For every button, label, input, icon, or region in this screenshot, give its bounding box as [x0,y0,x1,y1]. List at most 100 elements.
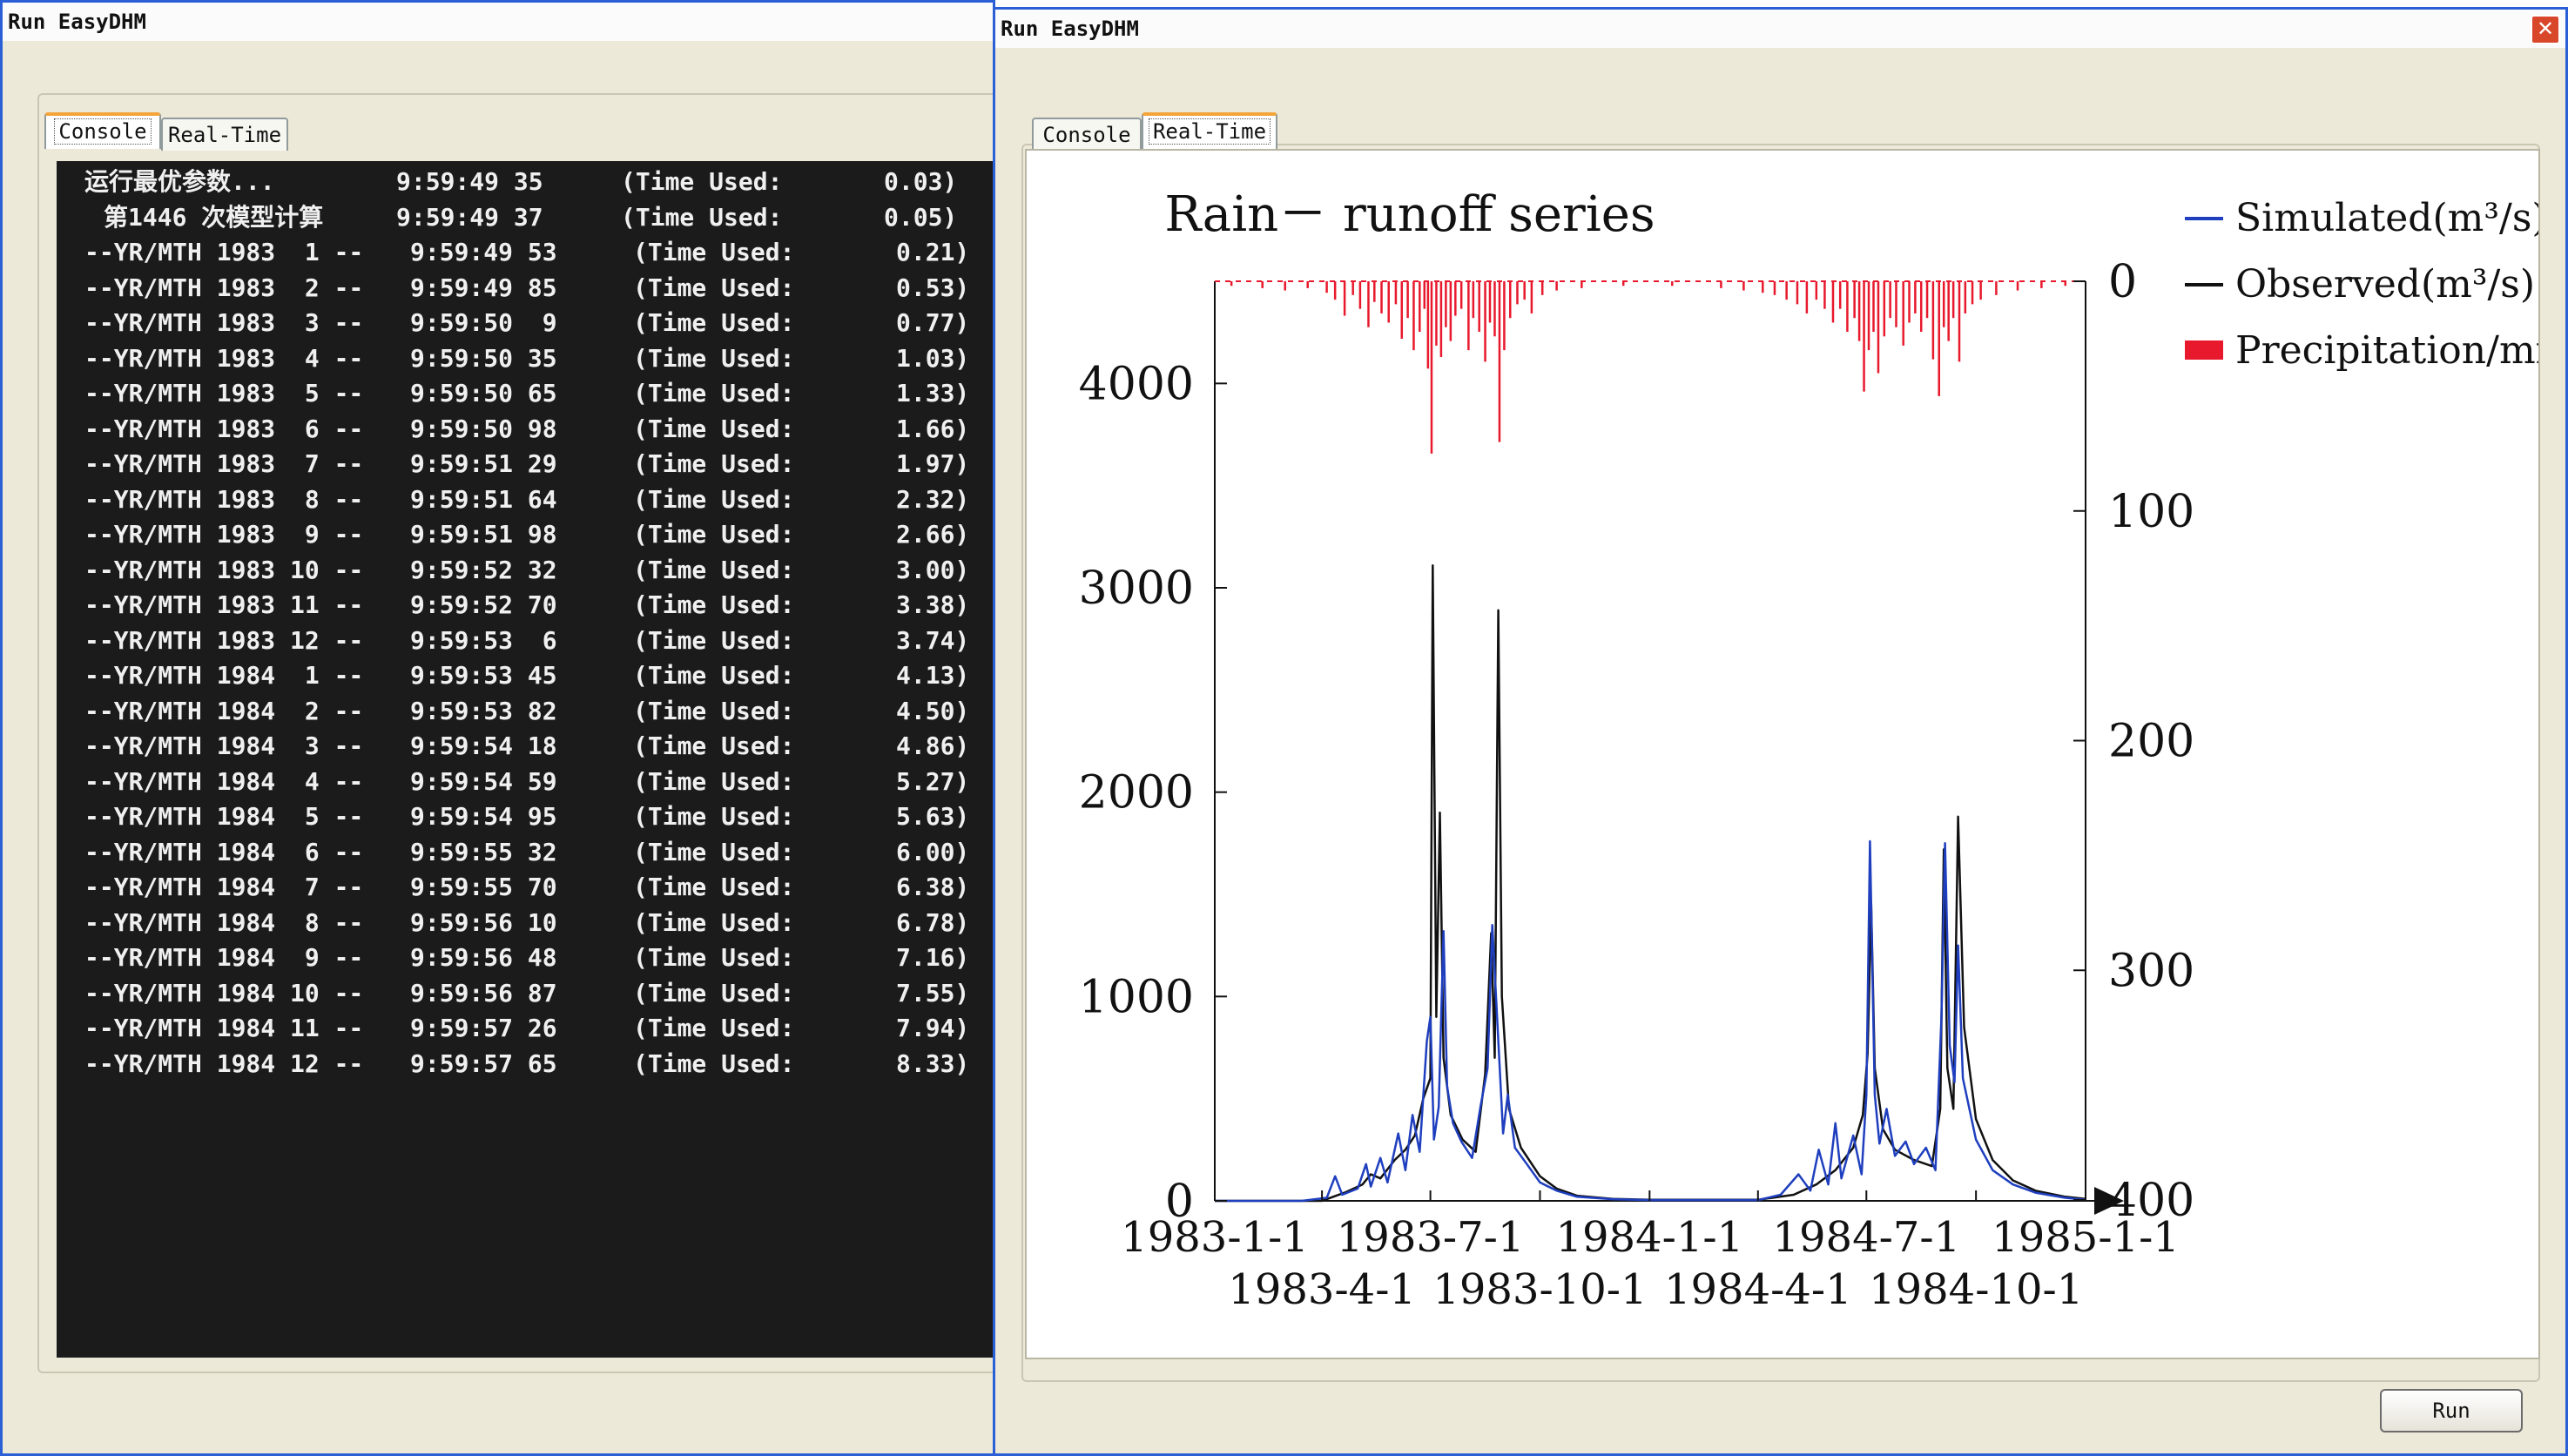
tab-console-label: Console [1042,123,1131,147]
x-tick-label: 1984-1-1 [1555,1213,1743,1262]
console-line-used: 7.55) [896,978,970,1008]
console-line: --YR/MTH 1983 6 -- 9:59:50 98 (Time Used: 1… [57,412,1014,447]
console-line-label: --YR/MTH 1984 8 -- [84,907,364,937]
y-left-tick-label: 4000 [1079,358,1194,410]
console-line-time: 9:59:55 32 [410,837,557,866]
console-line-used: 1.03) [896,343,970,373]
console-line-used-label: (Time Used: [633,837,795,866]
tab-console-label: Console [54,118,152,145]
console-line-used-label: (Time Used: [633,590,795,619]
console-line-used-label: (Time Used: [633,555,795,584]
console-line-time: 9:59:52 70 [410,590,557,619]
x-tick-label: 1985-1-1 [1992,1213,2180,1262]
console-line-time: 9:59:50 98 [410,414,557,443]
console-line-time: 9:59:54 18 [410,731,557,760]
console-line-time: 9:59:54 59 [410,766,557,796]
console-line: --YR/MTH 1983 4 -- 9:59:50 35 (Time Used: 1… [57,341,1014,376]
console-line-time: 9:59:57 65 [410,1048,557,1078]
console-line-used-label: (Time Used: [633,343,795,373]
console-line: --YR/MTH 1984 1 -- 9:59:53 45 (Time Used: 4… [57,658,1014,693]
console-line: --YR/MTH 1983 7 -- 9:59:51 29 (Time Used: 1… [57,447,1014,482]
title-bar[interactable]: Run EasyDHM ✕ [995,10,2565,48]
console-line-used: 4.86) [896,731,970,760]
console-line: --YR/MTH 1984 9 -- 9:59:56 48 (Time Used: 7… [57,940,1014,975]
console-line: --YR/MTH 1984 11 -- 9:59:57 26 (Time Used:… [57,1011,1014,1046]
console-line-used: 2.32) [896,484,970,514]
console-line-time: 9:59:53 6 [410,625,557,655]
observed-line [1215,563,2086,1203]
console-line-used: 0.03) [884,167,958,196]
console-line-used-label: (Time Used: [633,907,795,937]
console-line-label: --YR/MTH 1984 7 -- [84,873,364,901]
console-line-label: --YR/MTH 1983 8 -- [84,484,364,514]
tab-console[interactable]: Console [1032,118,1142,151]
console-line-used: 1.33) [896,379,970,408]
console-line: --YR/MTH 1983 11 -- 9:59:52 70 (Time Used:… [57,588,1014,623]
console-line: --YR/MTH 1984 3 -- 9:59:54 18 (Time Used: 4… [57,729,1014,764]
console-line-used: 0.05) [884,202,958,232]
x-tick-label: 1984-10-1 [1869,1265,2083,1314]
console-output[interactable]: 运行最优参数... 9:59:49 35 (Time Used: 0.03) 第1446… [57,161,1014,1358]
console-line-label: 第1446 次模型计算 [104,202,324,232]
tab-console[interactable]: Console [44,112,161,149]
y-left-tick-label: 3000 [1079,563,1194,615]
console-line: --YR/MTH 1983 2 -- 9:59:49 85 (Time Used: 0… [57,271,1014,306]
console-line-used: 3.38) [896,590,970,619]
console-line: --YR/MTH 1984 4 -- 9:59:54 59 (Time Used: 5… [57,765,1014,799]
console-line-time: 9:59:49 53 [410,238,557,266]
console-line-used-label: (Time Used: [633,308,795,337]
console-line-label: --YR/MTH 1984 1 -- [84,661,364,690]
x-tick-label: 1983-7-1 [1337,1213,1525,1262]
close-button[interactable]: ✕ [2531,15,2560,44]
console-line-used-label: (Time Used: [633,520,795,549]
console-line: --YR/MTH 1984 12 -- 9:59:57 65 (Time Used:… [57,1047,1014,1082]
console-line-label: --YR/MTH 1983 1 -- [84,238,364,266]
console-line-label: --YR/MTH 1984 3 -- [84,731,364,760]
legend-label: Observed(m³/s) [2235,262,2535,307]
console-line-label: --YR/MTH 1984 4 -- [84,766,364,796]
console-line-used-label: (Time Used: [633,484,795,514]
console-line-time: 9:59:50 65 [410,379,557,408]
console-line-used: 4.50) [896,696,970,725]
title-bar[interactable]: Run EasyDHM [3,3,993,41]
console-line-label: --YR/MTH 1984 6 -- [84,837,364,866]
run-button-label: Run [2432,1399,2470,1423]
x-tick-label: 1984-7-1 [1772,1213,1960,1262]
console-line-time: 9:59:57 26 [410,1014,557,1042]
console-line-used: 1.97) [896,449,970,478]
console-line-time: 9:59:53 45 [410,661,557,690]
console-line: --YR/MTH 1983 3 -- 9:59:50 9 (Time Used: 0.… [57,306,1014,340]
console-line-time: 9:59:51 29 [410,449,557,478]
y-left-tick-label: 2000 [1079,767,1194,819]
console-line-label: --YR/MTH 1984 5 -- [84,802,364,831]
console-line-label: --YR/MTH 1983 6 -- [84,414,364,443]
console-line-label: --YR/MTH 1983 9 -- [84,520,364,549]
console-line-used: 7.16) [896,943,970,972]
console-line-used-label: (Time Used: [633,273,795,302]
console-line-label: 运行最优参数... [84,167,275,196]
console-line-time: 9:59:55 70 [410,873,557,901]
tab-real-time[interactable]: Real-Time [161,118,288,151]
console-line-label: --YR/MTH 1983 7 -- [84,449,364,478]
console-line-used: 4.13) [896,661,970,690]
console-line-used-label: (Time Used: [633,625,795,655]
tab-real-time[interactable]: Real-Time [1142,112,1277,149]
console-line-used-label: (Time Used: [633,978,795,1008]
console-line: --YR/MTH 1984 8 -- 9:59:56 10 (Time Used: 6… [57,906,1014,940]
console-line: --YR/MTH 1984 2 -- 9:59:53 82 (Time Used: 4… [57,694,1014,729]
console-line-used-label: (Time Used: [633,766,795,796]
console-line-label: --YR/MTH 1983 2 -- [84,273,364,302]
console-line-used: 7.94) [896,1014,970,1042]
console-line: 运行最优参数... 9:59:49 35 (Time Used: 0.03) [57,165,1014,199]
run-button[interactable]: Run [2380,1389,2523,1432]
console-line-used-label: (Time Used: [633,802,795,831]
console-line-label: --YR/MTH 1983 5 -- [84,379,364,408]
legend-swatch [2185,340,2223,360]
y-right-tick-label: 0 [2108,256,2137,308]
rain-runoff-chart: Rain－ runoff series 01000200030004000010… [1079,186,2568,1314]
console-line-time: 9:59:49 35 [396,167,543,196]
console-line-used-label: (Time Used: [633,731,795,760]
console-line: --YR/MTH 1984 5 -- 9:59:54 95 (Time Used: 5… [57,799,1014,834]
y-right-tick-label: 100 [2108,486,2194,538]
console-line-time: 9:59:51 98 [410,520,557,549]
